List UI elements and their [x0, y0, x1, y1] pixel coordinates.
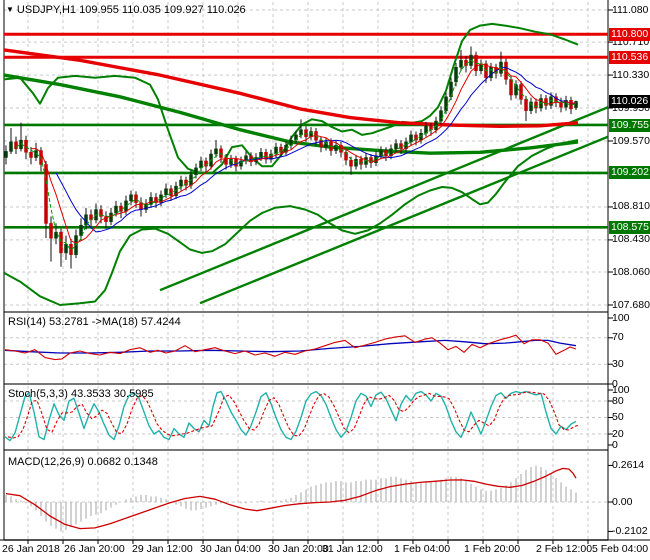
stoch-axis-label: 50 [612, 411, 624, 423]
rsi-axis-label: 30 [612, 357, 624, 370]
symbol-label: USDJPY,H1 [16, 4, 77, 16]
time-axis-label: 31 Jan 12:00 [322, 543, 383, 555]
stoch-axis-label: 0 [612, 438, 618, 451]
ohlc-values: 109.955 110.035 109.927 110.026 [79, 4, 246, 16]
macd-indicator-label: MACD(12,26,9) 0.0682 0.1348 [8, 456, 158, 468]
rsi-indicator-label: RSI(14) 53.2781 ->MA(18) 57.4244 [8, 316, 181, 328]
candles-layer [4, 46, 578, 269]
time-axis-label: 5 Feb 04:00 [592, 543, 649, 555]
macd-plot [5, 465, 577, 532]
time-axis-label: 30 Jan 04:00 [200, 543, 261, 555]
price-level-badge: 108.575 [609, 220, 650, 234]
macd-axis-label: 0.2614 [612, 458, 645, 471]
symbol-dropdown-icon[interactable]: ▼ [6, 5, 14, 14]
trendlines [159, 106, 608, 305]
chart-canvas[interactable] [0, 0, 650, 560]
time-axis-label: 2 Feb 12:00 [536, 543, 593, 555]
macd-axis-label: 0.00 [612, 495, 633, 508]
time-axis-label: 30 Jan 20:00 [268, 543, 329, 555]
price-level-badge: 109.202 [609, 166, 650, 180]
time-axis-label: 1 Feb 20:00 [464, 543, 521, 555]
price-axis-label: 108.810 [612, 200, 650, 213]
bollinger-bands [4, 22, 579, 306]
price-axis-label: 111.080 [612, 3, 649, 16]
symbol-info-overlay: ▼ USDJPY,H1 109.955 110.035 109.927 110.0… [6, 4, 246, 16]
macd-axis-label: -0.2102 [612, 524, 648, 537]
price-level-badge: 110.800 [609, 27, 650, 41]
stochastic-indicator-label: Stoch(5,3,3) 43.3533 30.5985 [8, 388, 154, 400]
rsi-plot [4, 334, 577, 361]
price-axis-label: 109.570 [612, 134, 650, 147]
rsi-axis-label: 70 [612, 331, 624, 344]
stoch-axis-label: 80 [612, 394, 624, 407]
price-axis-label: 108.430 [612, 233, 650, 246]
price-axis-label: 107.680 [612, 298, 650, 311]
price-level-badge: 110.536 [609, 50, 650, 64]
price-axis-label: 110.330 [612, 68, 650, 81]
time-axis-label: 26 Jan 20:00 [64, 543, 125, 555]
price-axis-label: 108.060 [612, 265, 650, 278]
time-axis-label: 26 Jan 2018 [2, 543, 60, 555]
rsi-axis-label: 100 [612, 311, 630, 324]
trading-terminal-chart-window: { "header": { "dropdown_icon": "▼", "sym… [0, 0, 650, 560]
price-level-badge: 109.755 [609, 118, 650, 132]
time-axis-label: 1 Feb 04:00 [394, 543, 451, 555]
price-level-badge: 110.026 [609, 94, 650, 108]
time-axis-label: 29 Jan 12:00 [132, 543, 193, 555]
